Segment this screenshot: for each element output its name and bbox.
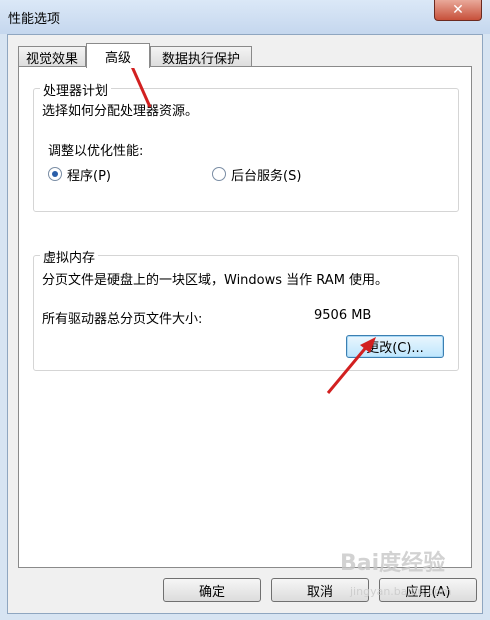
processor-scheduling-group: 处理器计划 选择如何分配处理器资源。 调整以优化性能: 程序(P) 后台服务(S… — [33, 80, 459, 212]
virtual-memory-group: 虚拟内存 分页文件是硬盘上的一块区域，Windows 当作 RAM 使用。 所有… — [33, 247, 459, 371]
adjust-label: 调整以优化性能: — [48, 144, 144, 159]
dialog-client: 视觉效果 高级 数据执行保护 处理器计划 选择如何分配处理器资源。 调整以优化性… — [7, 34, 483, 614]
processor-scheduling-legend: 处理器计划 — [40, 80, 112, 99]
programs-radio-label[interactable]: 程序(P) — [67, 165, 111, 184]
programs-radio[interactable] — [48, 167, 62, 181]
tab-dep[interactable]: 数据执行保护 — [150, 46, 252, 67]
tab-advanced[interactable]: 高级 — [86, 43, 150, 68]
radio-selected-dot — [52, 171, 58, 177]
close-button[interactable]: ✕ — [434, 0, 482, 21]
red-arrow-annotation-change — [326, 337, 376, 394]
title-bar: 性能选项 ✕ — [0, 0, 490, 34]
total-paging-value: 9506 MB — [314, 308, 372, 323]
ok-button[interactable]: 确定 — [163, 578, 261, 602]
virtual-memory-description: 分页文件是硬盘上的一块区域，Windows 当作 RAM 使用。 — [42, 273, 389, 288]
watermark-logo: Bai度经验 — [340, 551, 446, 576]
watermark-url: jingyan.baidu.com — [350, 585, 452, 598]
window-title: 性能选项 — [8, 12, 61, 27]
tab-panel-advanced: 处理器计划 选择如何分配处理器资源。 调整以优化性能: 程序(P) 后台服务(S… — [18, 66, 472, 568]
background-services-radio[interactable] — [212, 167, 226, 181]
background-services-label[interactable]: 后台服务(S) — [231, 165, 301, 184]
close-icon: ✕ — [452, 2, 464, 18]
tab-visual-effects[interactable]: 视觉效果 — [18, 46, 86, 67]
virtual-memory-legend: 虚拟内存 — [40, 247, 99, 266]
total-paging-label: 所有驱动器总分页文件大小: — [42, 312, 203, 327]
